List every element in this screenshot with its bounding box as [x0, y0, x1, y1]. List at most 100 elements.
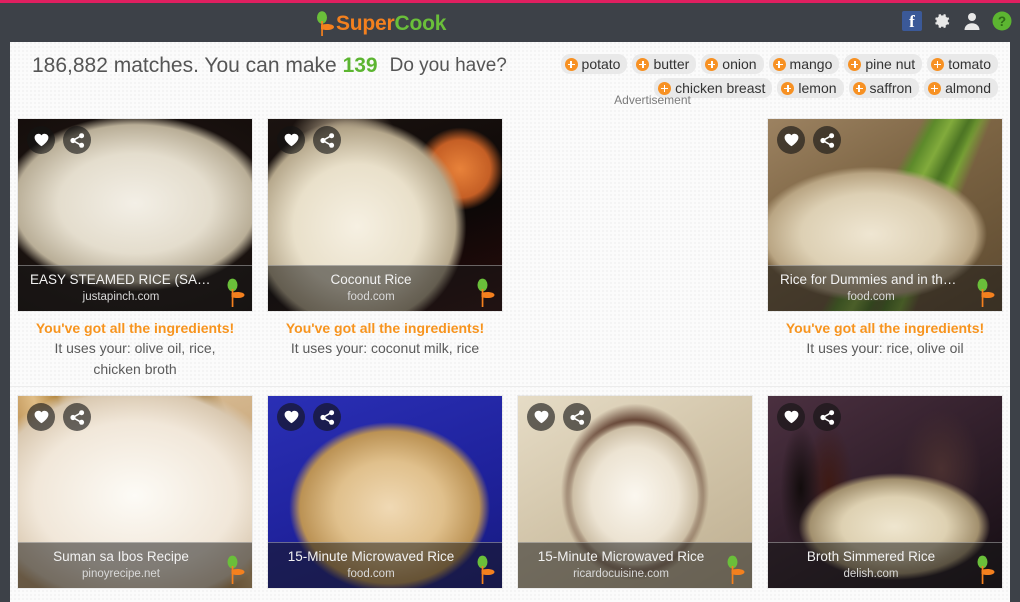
header-icon-group: f ? [902, 11, 1012, 31]
ingredient-tag-label: onion [722, 56, 757, 72]
favorite-icon[interactable] [777, 403, 805, 431]
favorite-icon[interactable] [777, 126, 805, 154]
add-ingredient-icon [636, 57, 650, 71]
add-ingredient-icon [928, 81, 942, 95]
recipe-title: 15-Minute Microwaved Rice [537, 549, 705, 564]
ingredient-tag-label: lemon [798, 80, 837, 96]
recipe-source: food.com [347, 291, 395, 303]
favorite-icon[interactable] [27, 403, 55, 431]
sprout-icon [223, 278, 245, 308]
add-ingredient-icon [772, 57, 786, 71]
recipe-card[interactable]: Broth Simmered Rice delish.com [768, 396, 1002, 588]
favorite-icon[interactable] [527, 403, 555, 431]
user-icon[interactable] [962, 11, 982, 31]
recipe-cell: Broth Simmered Rice delish.com [760, 387, 1010, 588]
sprout-icon [473, 555, 495, 585]
favorite-icon[interactable] [27, 126, 55, 154]
recipe-source: justapinch.com [82, 291, 160, 303]
recipe-cell: Coconut Rice food.com You've got all the i… [260, 110, 510, 359]
gear-icon[interactable] [932, 11, 952, 31]
recipe-card[interactable]: Coconut Rice food.com [268, 119, 502, 311]
add-ingredient-icon [705, 57, 719, 71]
add-ingredient-icon [852, 81, 866, 95]
ingredient-tag[interactable]: saffron [848, 78, 920, 98]
match-count-text: 186,882 matches. You can make [32, 54, 343, 77]
ingredient-tag-label: saffron [869, 80, 913, 96]
recipe-caption: 15-Minute Microwaved Rice ricardocuisine.… [518, 542, 752, 588]
ingredient-tag[interactable]: pine nut [844, 54, 923, 74]
recipe-caption: Rice for Dummies and in the Mic... food.c… [768, 265, 1002, 311]
share-icon[interactable] [313, 126, 341, 154]
facebook-icon[interactable]: f [902, 11, 922, 31]
add-ingredient-icon [848, 57, 862, 71]
share-icon[interactable] [63, 403, 91, 431]
ingredient-tag-label: tomato [948, 56, 991, 72]
logo[interactable]: SuperCook [313, 11, 446, 37]
recipe-caption: 15-Minute Microwaved Rice food.com [268, 542, 502, 588]
ingredient-tag[interactable]: potato [560, 54, 628, 74]
share-icon[interactable] [813, 403, 841, 431]
recipe-cell: EASY STEAMED RICE (SALLYE) justapinch.com… [10, 110, 260, 380]
recipe-card[interactable]: 15-Minute Microwaved Rice ricardocuisine.… [518, 396, 752, 588]
card-action-group [27, 403, 91, 431]
add-ingredient-icon [564, 57, 578, 71]
ingredient-tag[interactable]: almond [924, 78, 998, 98]
sprout-icon [973, 278, 995, 308]
recipe-card[interactable]: EASY STEAMED RICE (SALLYE) justapinch.com [18, 119, 252, 311]
share-icon[interactable] [813, 126, 841, 154]
sprout-icon [723, 555, 745, 585]
recipe-caption: Broth Simmered Rice delish.com [768, 542, 1002, 588]
advertisement-label: Advertisement [614, 93, 691, 107]
favorite-icon[interactable] [277, 126, 305, 154]
card-action-group [277, 403, 341, 431]
favorite-icon[interactable] [277, 403, 305, 431]
ingredient-tag[interactable]: lemon [777, 78, 844, 98]
logo-super-text: Super [336, 12, 395, 35]
sprout-icon [973, 555, 995, 585]
matches-bar: 186,882 matches. You can make 139 Do you… [10, 42, 1010, 98]
recipe-title: 15-Minute Microwaved Rice [287, 549, 455, 564]
got-all-ingredients-label: You've got all the ingredients! [35, 320, 235, 336]
ingredient-tag-label: potato [581, 56, 621, 72]
recipe-grid: EASY STEAMED RICE (SALLYE) justapinch.com… [10, 110, 1010, 602]
recipe-row: EASY STEAMED RICE (SALLYE) justapinch.com… [10, 110, 1010, 386]
recipe-caption: Suman sa Ibos Recipe pinoyrecipe.net [18, 542, 252, 588]
recipe-caption: EASY STEAMED RICE (SALLYE) justapinch.com [18, 265, 252, 311]
share-icon[interactable] [313, 403, 341, 431]
suggested-ingredient-list: potato butter onion mango pine nut tomato chic… [513, 51, 998, 98]
share-icon[interactable] [63, 126, 91, 154]
add-ingredient-icon [781, 81, 795, 95]
help-icon[interactable]: ? [992, 11, 1012, 31]
ingredient-tag[interactable]: butter [632, 54, 697, 74]
add-ingredient-icon [931, 57, 945, 71]
uses-your-ingredients-text: It uses your: olive oil, rice, chicken b… [54, 340, 216, 377]
recipe-source: food.com [347, 568, 395, 580]
recipe-card[interactable]: Suman sa Ibos Recipe pinoyrecipe.net [18, 396, 252, 588]
sprout-icon [473, 278, 495, 308]
recipe-source: pinoyrecipe.net [82, 568, 160, 580]
card-action-group [777, 403, 841, 431]
share-icon[interactable] [563, 403, 591, 431]
recipe-cell: 15-Minute Microwaved Rice ricardocuisine.… [510, 387, 760, 588]
recipe-source: delish.com [843, 568, 899, 580]
ingredient-tag[interactable]: mango [768, 54, 840, 74]
card-action-group [527, 403, 591, 431]
recipe-source: food.com [847, 291, 895, 303]
sprout-icon [223, 555, 245, 585]
ingredient-tag[interactable]: tomato [927, 54, 998, 74]
recipe-card[interactable]: 15-Minute Microwaved Rice food.com [268, 396, 502, 588]
recipe-title: Suman sa Ibos Recipe [53, 549, 189, 564]
got-all-ingredients-label: You've got all the ingredients! [785, 320, 985, 336]
recipe-title: EASY STEAMED RICE (SALLYE) [30, 272, 234, 287]
recipe-caption: Coconut Rice food.com [268, 265, 502, 311]
makeable-count: 139 [342, 54, 378, 77]
svg-text:?: ? [998, 14, 1006, 29]
match-count-line: 186,882 matches. You can make 139 [32, 51, 378, 81]
ingredient-tag[interactable]: onion [701, 54, 764, 74]
recipe-source: ricardocuisine.com [573, 568, 669, 580]
ingredient-tag-label: pine nut [865, 56, 916, 72]
recipe-row: Suman sa Ibos Recipe pinoyrecipe.net 15-Mi… [10, 386, 1010, 602]
card-action-group [27, 126, 91, 154]
recipe-card[interactable]: Rice for Dummies and in the Mic... food.c… [768, 119, 1002, 311]
logo-cook-text: Cook [394, 12, 447, 35]
